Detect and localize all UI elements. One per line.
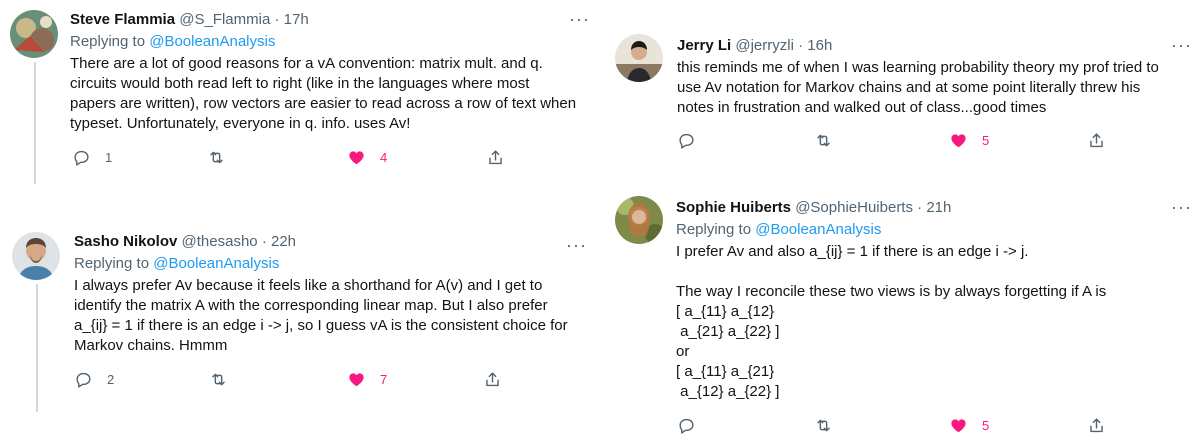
share-icon xyxy=(1090,418,1103,433)
share-icon xyxy=(486,372,499,387)
tweet-sophie-huiberts[interactable]: Sophie Huiberts @SophieHuiberts · 21h Re… xyxy=(603,188,1200,443)
like-button[interactable]: 5 xyxy=(949,416,989,435)
reply-icon xyxy=(679,133,694,149)
tweet-header: Steve Flammia @S_Flammia · 17h xyxy=(70,10,590,30)
avatar-image xyxy=(615,196,663,244)
like-button[interactable]: 5 xyxy=(949,131,989,150)
thread-line xyxy=(36,284,38,412)
retweet-icon xyxy=(210,151,223,164)
display-name[interactable]: Sasho Nikolov xyxy=(74,233,177,250)
retweet-icon xyxy=(817,134,830,147)
more-options-icon[interactable]: ··· xyxy=(1171,198,1192,216)
tweet-steve-flammia[interactable]: Steve Flammia @S_Flammia · 17h Replying … xyxy=(0,0,600,190)
display-name[interactable]: Steve Flammia xyxy=(70,11,175,28)
reply-button[interactable]: 2 xyxy=(74,370,114,389)
timestamp[interactable]: 22h xyxy=(271,233,296,250)
separator-dot: · xyxy=(274,11,280,28)
separator-dot: · xyxy=(261,233,267,250)
reply-count: 1 xyxy=(105,150,113,165)
replying-to-prefix: Replying to xyxy=(70,33,150,50)
user-handle[interactable]: @jerryzli xyxy=(735,37,794,54)
tweet-text: I always prefer Av because it feels like… xyxy=(74,277,568,354)
retweet-button[interactable] xyxy=(814,416,833,435)
replying-to-mention[interactable]: @BooleanAnalysis xyxy=(149,33,275,50)
tweet-jerry-li[interactable]: Jerry Li @jerryzli · 16h this reminds me… xyxy=(603,0,1200,170)
tweet-text: I prefer Av and also a_{ij} = 1 if there… xyxy=(676,243,1107,400)
avatar[interactable] xyxy=(10,10,58,58)
avatar[interactable] xyxy=(615,34,663,82)
separator-dot: · xyxy=(917,199,923,216)
timestamp[interactable]: 21h xyxy=(926,199,951,216)
reply-button[interactable]: 1 xyxy=(72,148,112,167)
more-options-icon[interactable]: ··· xyxy=(569,10,590,28)
more-options-icon[interactable]: ··· xyxy=(1171,36,1192,54)
tweet-text: this reminds me of when I was learning p… xyxy=(677,59,1159,116)
like-count: 5 xyxy=(982,133,990,148)
replying-to-prefix: Replying to xyxy=(74,255,154,272)
timestamp[interactable]: 17h xyxy=(284,11,309,28)
reply-count: 2 xyxy=(107,372,115,387)
like-count: 5 xyxy=(982,418,990,433)
user-handle[interactable]: @S_Flammia xyxy=(179,11,270,28)
heart-icon xyxy=(349,151,364,165)
display-name[interactable]: Sophie Huiberts xyxy=(676,199,791,216)
heart-icon xyxy=(349,373,364,387)
more-options-icon[interactable]: ··· xyxy=(566,236,587,254)
retweet-icon xyxy=(212,373,225,386)
share-button[interactable] xyxy=(486,148,505,167)
tweet-header: Sasho Nikolov @thesasho · 22h xyxy=(74,232,594,252)
tweet-sasho-nikolov[interactable]: Sasho Nikolov @thesasho · 22h Replying t… xyxy=(0,222,600,443)
avatar[interactable] xyxy=(615,196,663,244)
user-handle[interactable]: @SophieHuiberts xyxy=(795,199,913,216)
like-count: 4 xyxy=(380,150,388,165)
replying-to-prefix: Replying to xyxy=(676,221,756,238)
avatar-image xyxy=(12,232,60,280)
share-button[interactable] xyxy=(483,370,502,389)
retweet-button[interactable] xyxy=(209,370,228,389)
reply-icon xyxy=(76,372,91,388)
replying-to-mention[interactable]: @BooleanAnalysis xyxy=(153,255,279,272)
share-icon xyxy=(489,150,502,165)
replying-to: Replying to @BooleanAnalysis xyxy=(70,32,590,52)
heart-icon xyxy=(951,419,966,433)
avatar-image xyxy=(615,34,663,82)
reply-button[interactable] xyxy=(677,131,696,150)
like-count: 7 xyxy=(380,372,388,387)
avatar-image xyxy=(10,10,58,58)
timestamp[interactable]: 16h xyxy=(807,37,832,54)
replying-to-mention[interactable]: @BooleanAnalysis xyxy=(755,221,881,238)
like-button[interactable]: 4 xyxy=(347,148,387,167)
heart-icon xyxy=(951,134,966,148)
replying-to: Replying to @BooleanAnalysis xyxy=(74,254,594,274)
share-button[interactable] xyxy=(1087,131,1106,150)
thread-line xyxy=(34,62,36,184)
replying-to: Replying to @BooleanAnalysis xyxy=(676,220,1196,240)
user-handle[interactable]: @thesasho xyxy=(182,233,258,250)
tweet-header: Sophie Huiberts @SophieHuiberts · 21h xyxy=(676,198,1196,218)
retweet-icon xyxy=(817,419,830,432)
separator-dot: · xyxy=(798,37,804,54)
retweet-button[interactable] xyxy=(207,148,226,167)
like-button[interactable]: 7 xyxy=(347,370,387,389)
tweet-header: Jerry Li @jerryzli · 16h xyxy=(677,36,1197,56)
retweet-button[interactable] xyxy=(814,131,833,150)
tweet-text: There are a lot of good reasons for a vA… xyxy=(70,55,577,132)
reply-button[interactable] xyxy=(677,416,696,435)
reply-icon xyxy=(679,418,694,434)
share-button[interactable] xyxy=(1087,416,1106,435)
display-name[interactable]: Jerry Li xyxy=(677,37,731,54)
reply-icon xyxy=(74,150,89,166)
share-icon xyxy=(1090,133,1103,148)
avatar[interactable] xyxy=(12,232,60,280)
